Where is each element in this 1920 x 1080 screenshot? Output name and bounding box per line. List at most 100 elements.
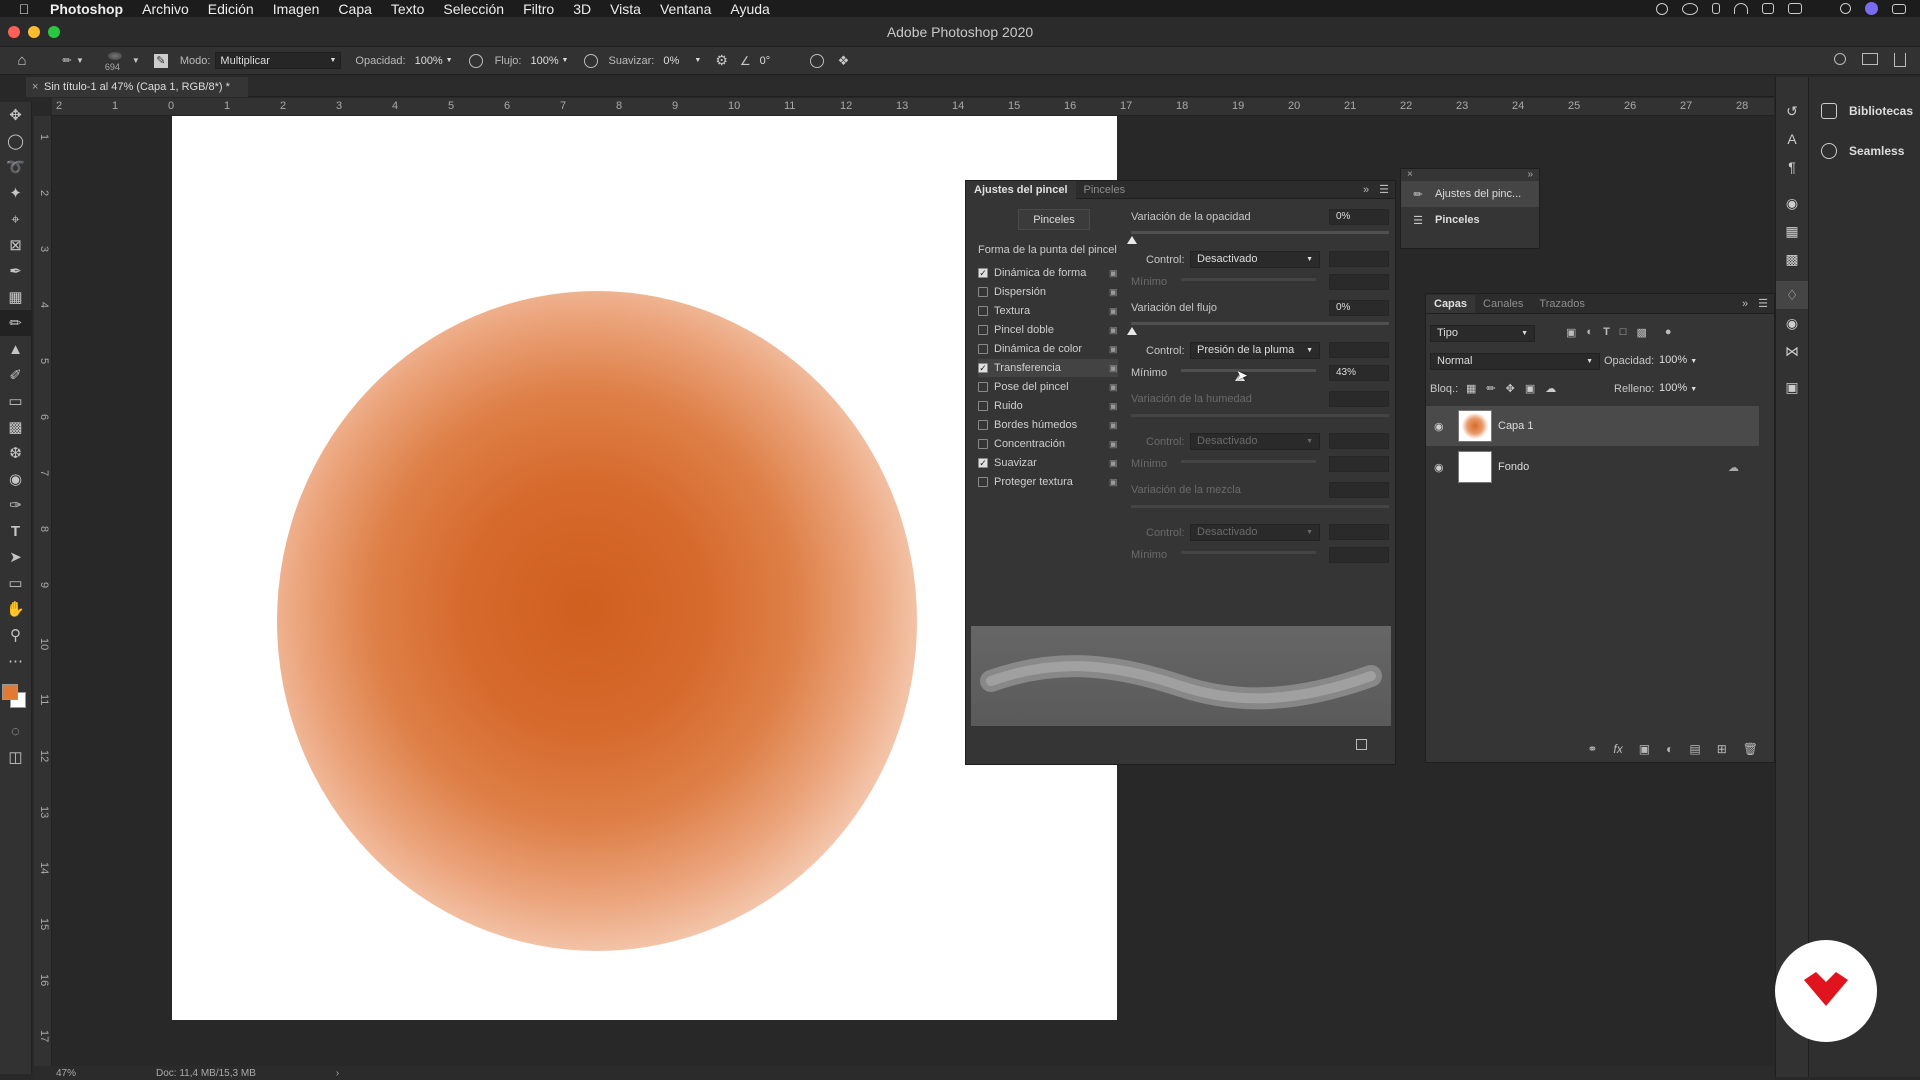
lock-paint-icon[interactable]: ✏ <box>1486 382 1495 395</box>
brush-option-row[interactable]: ✓ Dinámica de forma ▣ <box>978 264 1118 282</box>
lock-icon[interactable]: ▣ <box>1109 458 1119 468</box>
menu-capa[interactable]: Capa <box>338 1 371 17</box>
lock-icon[interactable]: ▣ <box>1109 325 1119 335</box>
mini-ajustes-pincel-item[interactable]: ✏ Ajustes del pinc... <box>1401 181 1539 207</box>
expand-panel-icon[interactable]: » <box>1527 169 1533 181</box>
brush-option-row[interactable]: Textura ▣ <box>978 302 1118 320</box>
blend-mode-dropdown[interactable]: Normal ▼ <box>1430 353 1600 370</box>
fx-icon[interactable]: fx <box>1613 742 1622 756</box>
brush-option-checkbox[interactable] <box>978 344 988 354</box>
lock-all-icon[interactable]: ☁ <box>1545 382 1556 395</box>
healing-brush-tool-icon[interactable]: ▦ <box>0 284 31 310</box>
lock-icon[interactable]: ▣ <box>1109 401 1119 411</box>
blur-tool-icon[interactable]: ❆ <box>0 440 31 466</box>
minimo-flujo-field[interactable]: 43% <box>1329 365 1389 381</box>
lock-icon[interactable]: ▣ <box>1109 420 1119 430</box>
panel-menu-icon[interactable]: ☰ <box>1379 183 1389 196</box>
layer-opacity-input[interactable]: 100% ▼ <box>1659 354 1697 366</box>
filter-toggle-icon[interactable]: ● <box>1665 326 1672 339</box>
gradient-panel-icon[interactable]: ▩ <box>1776 245 1808 273</box>
quick-mask-icon[interactable]: ◌ <box>0 718 31 744</box>
angle-input[interactable]: 0° <box>756 52 796 69</box>
share-icon[interactable] <box>1894 53 1906 67</box>
lock-transparent-icon[interactable]: ▦ <box>1466 382 1476 395</box>
brush-option-row[interactable]: Dispersión ▣ <box>978 283 1118 301</box>
menu-app-photoshop[interactable]: Photoshop <box>50 1 123 17</box>
seamless-item[interactable]: Seamless <box>1809 131 1920 171</box>
brush-option-checkbox[interactable] <box>978 420 988 430</box>
magic-wand-tool-icon[interactable]: ✦ <box>0 180 31 206</box>
add-mask-icon[interactable]: ▣ <box>1639 742 1650 756</box>
siri-icon[interactable] <box>1865 2 1878 15</box>
bluetooth-icon[interactable] <box>1712 3 1720 14</box>
symmetry-icon[interactable]: ❖ <box>838 53 850 69</box>
var-opacidad-slider[interactable] <box>1131 231 1389 234</box>
brush-option-row[interactable]: Bordes húmedos ▣ <box>978 416 1118 434</box>
maximize-window-button[interactable] <box>48 26 60 38</box>
menu-archivo[interactable]: Archivo <box>142 1 189 17</box>
lasso-tool-icon[interactable]: ➰ <box>0 154 31 180</box>
3d-icon[interactable]: ◉ <box>1776 189 1808 217</box>
lock-artboard-icon[interactable]: ▣ <box>1525 382 1535 395</box>
suavizar-input[interactable]: 0% ▼ <box>659 52 705 69</box>
brush-option-row[interactable]: Ruido ▣ <box>978 397 1118 415</box>
brush-option-checkbox[interactable] <box>978 287 988 297</box>
eraser-tool-icon[interactable]: ▭ <box>0 388 31 414</box>
lock-icon[interactable]: ▣ <box>1109 306 1119 316</box>
lock-icon[interactable]: ▣ <box>1109 477 1119 487</box>
airbrush-icon[interactable] <box>584 53 599 68</box>
lock-icon[interactable]: ▣ <box>1109 363 1119 373</box>
modo-dropdown[interactable]: Multiplicar ▼ <box>215 52 342 69</box>
volume-icon[interactable] <box>1762 3 1774 14</box>
crop-tool-icon[interactable]: ⌖ <box>0 206 31 232</box>
var-opacidad-field[interactable]: 0% <box>1329 209 1389 225</box>
brush-settings-toggle-icon[interactable]: ✎ <box>153 53 168 68</box>
gear-icon[interactable]: ⚙ <box>715 52 728 69</box>
brush-option-checkbox[interactable] <box>978 439 988 449</box>
menu-seleccion[interactable]: Selección <box>443 1 504 17</box>
lock-icon[interactable]: ▣ <box>1109 382 1119 392</box>
brush-option-checkbox[interactable] <box>978 325 988 335</box>
menu-filtro[interactable]: Filtro <box>523 1 554 17</box>
menu-vista[interactable]: Vista <box>610 1 641 17</box>
menu-3d[interactable]: 3D <box>573 1 591 17</box>
pressure-size-icon[interactable] <box>809 53 824 68</box>
eyedropper-tool-icon[interactable]: ✒ <box>0 258 31 284</box>
shape-filter-icon[interactable]: □ <box>1620 326 1627 339</box>
creative-cloud-icon[interactable] <box>1682 2 1698 15</box>
menu-ayuda[interactable]: Ayuda <box>730 1 769 17</box>
type-filter-icon[interactable]: T <box>1603 326 1610 339</box>
path-selection-tool-icon[interactable]: ➤ <box>0 544 31 570</box>
menu-texto[interactable]: Texto <box>391 1 424 17</box>
lock-icon[interactable]: ▣ <box>1109 268 1119 278</box>
var-flujo-slider-thumb[interactable] <box>1127 327 1137 335</box>
brush-option-row[interactable]: ✓ Suavizar ▣ <box>978 454 1118 472</box>
brush-option-row[interactable]: Pose del pincel ▣ <box>978 378 1118 396</box>
lock-icon[interactable]: ▣ <box>1109 439 1119 449</box>
close-tab-icon[interactable]: × <box>32 77 38 97</box>
search-icon[interactable] <box>1840 3 1851 14</box>
menu-imagen[interactable]: Imagen <box>273 1 320 17</box>
layers-icon[interactable]: ♢ <box>1776 281 1808 309</box>
collapse-panel-icon[interactable]: » <box>1742 298 1748 310</box>
lock-icon[interactable]: ☁ <box>1728 461 1739 474</box>
layer-row-fondo[interactable]: ◉ Fondo ☁ <box>1426 447 1759 487</box>
minimize-window-button[interactable] <box>28 26 40 38</box>
brush-tool-icon[interactable]: ✏ <box>0 310 31 336</box>
workspace-icon[interactable] <box>1862 53 1878 65</box>
layer-filter-dropdown[interactable]: Tipo ▼ <box>1430 325 1535 342</box>
brush-option-checkbox[interactable] <box>978 382 988 392</box>
search-icon[interactable] <box>1834 53 1846 65</box>
brush-tool-icon[interactable]: ✏ <box>60 54 74 67</box>
move-tool-icon[interactable]: ✥ <box>0 102 31 128</box>
control-flujo-dropdown[interactable]: Presión de la pluma ▼ <box>1190 342 1320 359</box>
layer-row-capa-1[interactable]: ◉ Capa 1 <box>1426 406 1759 446</box>
brush-option-row[interactable]: Pincel doble ▣ <box>978 321 1118 339</box>
panel-menu-icon[interactable]: ☰ <box>1758 297 1768 310</box>
menu-ventana[interactable]: Ventana <box>660 1 711 17</box>
wifi-icon[interactable] <box>1734 3 1748 14</box>
type-tool-icon[interactable]: T <box>0 518 31 544</box>
fill-input[interactable]: 100% ▼ <box>1659 382 1697 394</box>
paths-icon[interactable]: ⋈ <box>1776 337 1808 365</box>
screen-mode-icon[interactable]: ◫ <box>0 744 31 770</box>
